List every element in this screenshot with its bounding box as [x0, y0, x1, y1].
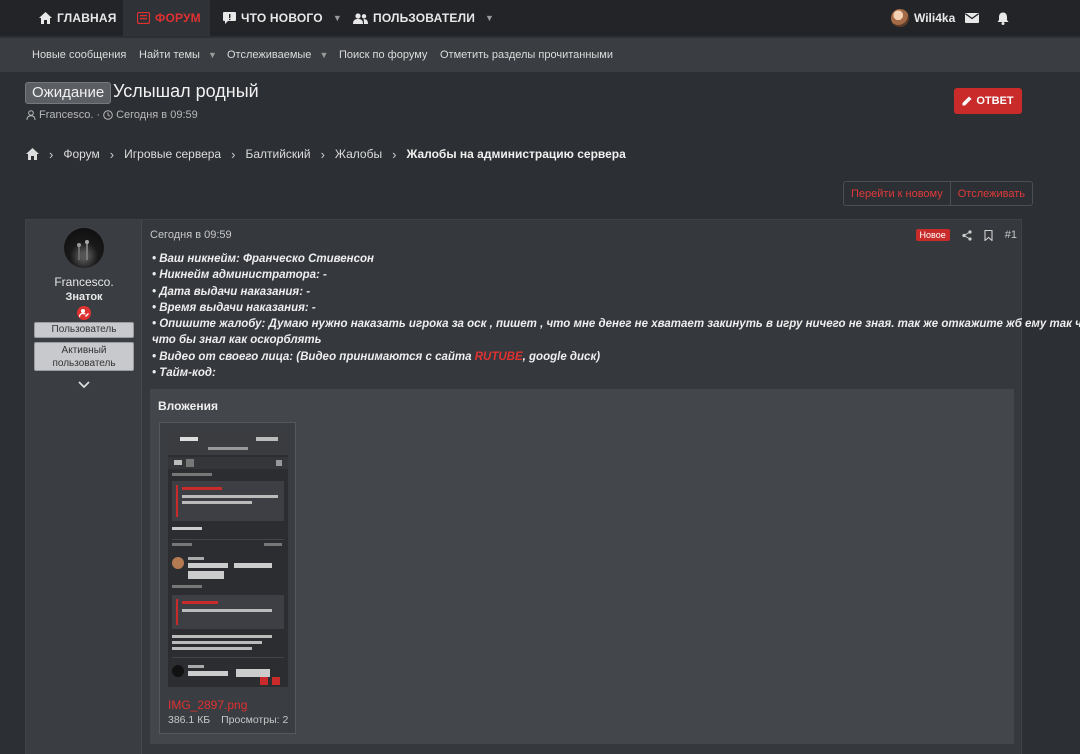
bookmark-icon[interactable]	[984, 229, 993, 241]
alerts-button[interactable]	[997, 0, 1009, 36]
chevron-right-icon: ›	[231, 146, 236, 162]
thumbnail-image	[168, 431, 288, 687]
breadcrumb-game-servers[interactable]: Игровые сервера	[124, 147, 221, 161]
post-tools: Новое #1	[915, 228, 1017, 242]
user-badge-icon	[77, 306, 91, 320]
video-suffix: , google диск)	[522, 350, 601, 363]
attachment-views: Просмотры: 2	[221, 714, 289, 726]
tab-forum[interactable]: ФОРУМ	[123, 0, 210, 36]
post-line: • Дата выдачи наказания: -	[152, 285, 311, 298]
chevron-down-icon[interactable]: ▼	[333, 13, 342, 23]
avatar	[891, 9, 909, 27]
clock-icon	[103, 110, 113, 120]
subnav-find-threads[interactable]: Найти темы ▼	[139, 38, 217, 72]
post-line: • Время выдачи наказания: -	[152, 301, 316, 314]
home-icon	[39, 12, 52, 24]
attachment-thumbnail[interactable]	[168, 431, 288, 687]
user-banner-user: Пользователь	[34, 322, 134, 338]
post-username[interactable]: Francesco.	[26, 275, 142, 289]
post-line: • Опишите жалобу: Думаю нужно наказать и…	[152, 318, 1080, 331]
top-navigation: ГЛАВНАЯ ФОРУМ ЧТО НОВОГО ▼ ПОЛЬЗОВАТЕЛИ …	[0, 0, 1080, 36]
attachments-title: Вложения	[158, 399, 218, 413]
current-username: Wili4ka	[914, 11, 956, 25]
avatar-image	[77, 240, 89, 260]
breadcrumb: › Форум › Игровые сервера › Балтийский ›…	[26, 146, 626, 162]
chat-icon	[223, 12, 236, 24]
post-line: что бы знал как оскорблять	[152, 334, 322, 347]
reply-button[interactable]: ОТВЕТ	[954, 88, 1022, 114]
user-menu[interactable]: Wili4ka	[891, 0, 955, 36]
subnav-watched-label: Отслеживаемые	[227, 49, 312, 61]
watch-button[interactable]: Отслеживать	[949, 182, 1032, 205]
goto-new-button[interactable]: Перейти к новому	[844, 182, 950, 205]
new-badge: Новое	[915, 229, 950, 241]
post-content: Сегодня в 09:59 Новое #1 • Ваш никнейм: …	[150, 220, 1080, 754]
breadcrumb-baltic[interactable]: Балтийский	[245, 147, 310, 161]
post-line: • Ваш никнейм: Франческо Стивенсон	[152, 253, 374, 265]
forum-icon	[137, 12, 150, 24]
post-line: • Тайм-код:	[152, 367, 216, 380]
attachment-filename[interactable]: IMG_2897.png	[168, 698, 247, 712]
breadcrumb-forum[interactable]: Форум	[63, 147, 99, 161]
tab-whats-new[interactable]: ЧТО НОВОГО ▼	[223, 0, 342, 36]
inbox-button[interactable]	[965, 0, 979, 36]
share-icon[interactable]	[962, 229, 972, 241]
video-prefix: • Видео от своего лица: (Видео принимают…	[152, 350, 475, 363]
thread-meta: Francesco. · Сегодня в 09:59	[26, 109, 198, 121]
sub-navigation: Новые сообщения Найти темы ▼ Отслеживаем…	[0, 38, 1080, 72]
post: Francesco. Знаток Пользователь Активный …	[25, 219, 1080, 754]
subnav-watched[interactable]: Отслеживаемые ▼	[227, 38, 328, 72]
chevron-right-icon: ›	[392, 146, 397, 162]
post-date[interactable]: Сегодня в 09:59	[150, 229, 232, 241]
thread-prefix-badge[interactable]: Ожидание	[25, 82, 112, 104]
users-icon	[353, 12, 368, 24]
page-title: Услышал родный	[113, 81, 259, 101]
chevron-down-icon[interactable]: ▼	[208, 50, 217, 60]
post-line-video: • Видео от своего лица: (Видео принимают…	[152, 349, 1017, 365]
chevron-down-icon[interactable]	[77, 378, 91, 392]
tab-users-label: ПОЛЬЗОВАТЕЛИ	[373, 11, 476, 25]
user-icon	[26, 110, 36, 120]
meta-separator: ·	[96, 109, 101, 121]
tab-home-label: ГЛАВНАЯ	[57, 11, 117, 25]
post-number[interactable]: #1	[1005, 229, 1017, 241]
chevron-right-icon: ›	[49, 146, 54, 162]
home-icon[interactable]	[26, 148, 39, 160]
chevron-down-icon[interactable]: ▼	[485, 13, 494, 23]
chevron-right-icon: ›	[109, 146, 115, 162]
attachment-card[interactable]: IMG_2897.png 386.1 КБ Просмотры: 2	[159, 422, 296, 734]
attachment-size: 386.1 КБ	[168, 714, 211, 726]
thread-author[interactable]: Francesco.	[39, 109, 93, 121]
tab-users[interactable]: ПОЛЬЗОВАТЕЛИ ▼	[353, 0, 494, 36]
user-banner-active: Активный пользователь	[34, 342, 134, 371]
avatar[interactable]	[64, 228, 104, 268]
tab-home[interactable]: ГЛАВНАЯ	[26, 0, 122, 36]
post-user-panel: Francesco. Знаток Пользователь Активный …	[26, 220, 142, 754]
post-body: • Ваш никнейм: Франческо Стивенсон • Ник…	[152, 251, 1080, 381]
subnav-search-forum[interactable]: Поиск по форуму	[339, 38, 427, 72]
tab-forum-label: ФОРУМ	[155, 11, 201, 25]
bell-icon	[997, 12, 1009, 25]
thread-action-group: Перейти к новому Отслеживать	[843, 181, 1033, 206]
envelope-icon	[965, 13, 979, 23]
subnav-find-threads-label: Найти темы	[139, 49, 200, 61]
pencil-icon	[962, 96, 972, 106]
attachments-block: Вложения IMG_2897.png 386.1 КБ Просмотры…	[150, 389, 1014, 744]
attachment-meta: 386.1 КБ Просмотры: 2	[168, 714, 288, 726]
chevron-right-icon: ›	[320, 146, 325, 162]
chevron-down-icon[interactable]: ▼	[319, 50, 328, 60]
reply-button-label: ОТВЕТ	[976, 95, 1014, 107]
subnav-new-posts[interactable]: Новые сообщения	[32, 38, 126, 72]
subnav-mark-read[interactable]: Отметить разделы прочитанными	[440, 38, 613, 72]
thread-date[interactable]: Сегодня в 09:59	[116, 109, 198, 121]
user-title: Знаток	[65, 291, 103, 303]
breadcrumb-current[interactable]: Жалобы на администрацию сервера	[406, 147, 625, 161]
tab-whats-new-label: ЧТО НОВОГО	[241, 11, 323, 25]
post-line: • Никнейм администратора: -	[152, 269, 327, 282]
rutube-link[interactable]: RUTUBE	[475, 351, 523, 363]
breadcrumb-complaints[interactable]: Жалобы	[335, 147, 382, 161]
